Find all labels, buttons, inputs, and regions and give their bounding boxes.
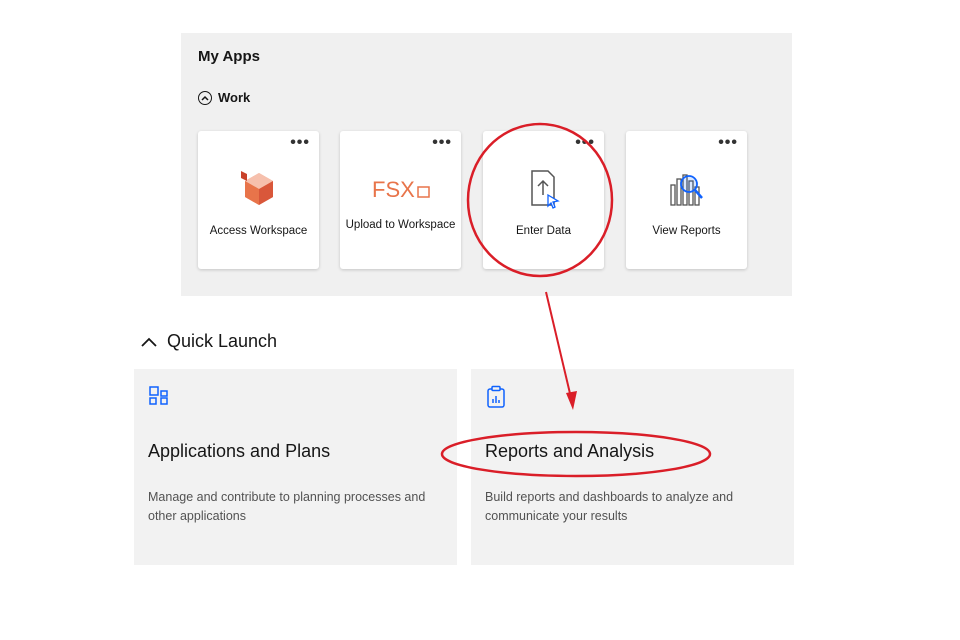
my-apps-title: My Apps	[198, 48, 260, 65]
tile-label: Enter Data	[516, 225, 571, 237]
tile-label: Upload to Workspace	[345, 219, 456, 231]
card-applications-and-plans[interactable]: Applications and Plans Manage and contri…	[134, 369, 457, 565]
chevron-up-icon	[141, 331, 157, 352]
overflow-menu-icon[interactable]: •••	[432, 135, 452, 151]
tile-enter-data[interactable]: ••• Enter Data	[483, 131, 604, 269]
overflow-menu-icon[interactable]: •••	[718, 135, 738, 151]
my-apps-panel: My Apps Work ••• Access Workspace ••• FS…	[181, 33, 792, 296]
overflow-menu-icon[interactable]: •••	[290, 135, 310, 151]
card-reports-and-analysis[interactable]: Reports and Analysis Build reports and d…	[471, 369, 794, 565]
apps-grid-icon	[148, 385, 170, 412]
quick-launch-toggle[interactable]: Quick Launch	[141, 331, 277, 352]
tile-label: View Reports	[652, 225, 721, 237]
cube-icon	[198, 167, 319, 211]
tile-upload-to-workspace[interactable]: ••• FSX Upload to Workspace	[340, 131, 461, 269]
overflow-menu-icon[interactable]: •••	[575, 135, 595, 151]
card-description: Manage and contribute to planning proces…	[148, 490, 426, 523]
clipboard-report-icon	[485, 385, 507, 414]
tile-label: Access Workspace	[209, 225, 308, 237]
tile-view-reports[interactable]: ••• View Reports	[626, 131, 747, 269]
work-group-label: Work	[218, 90, 251, 105]
tile-access-workspace[interactable]: ••• Access Workspace	[198, 131, 319, 269]
chevron-up-circle-icon	[198, 90, 212, 105]
document-upload-cursor-icon	[483, 167, 604, 211]
work-group-toggle[interactable]: Work	[198, 90, 250, 105]
fsx-text: FSX	[372, 177, 415, 202]
card-title: Applications and Plans	[148, 441, 331, 461]
card-description: Build reports and dashboards to analyze …	[485, 490, 734, 523]
card-title: Reports and Analysis	[485, 441, 655, 461]
report-magnifier-icon	[626, 167, 747, 211]
quick-launch-title: Quick Launch	[167, 331, 278, 351]
fsx-upload-icon: FSX	[340, 167, 461, 211]
